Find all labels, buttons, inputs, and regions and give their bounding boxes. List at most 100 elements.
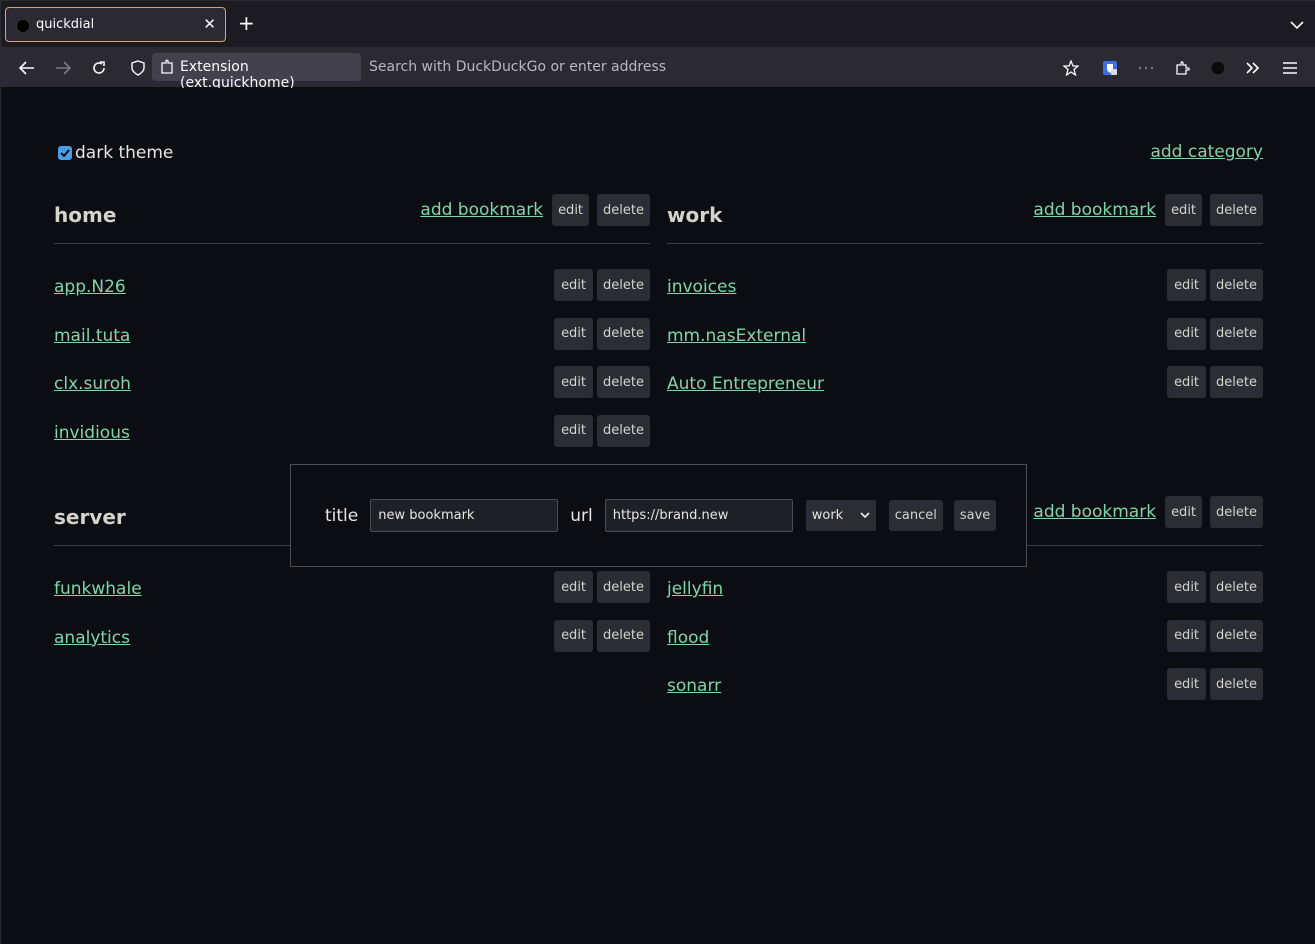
delete-bookmark-button[interactable]: delete [1210,668,1263,700]
delete-bookmark-button[interactable]: delete [1210,317,1263,350]
tab-favicon-icon [16,19,30,33]
add-category-link[interactable]: add category [1150,142,1263,162]
url-label: url [570,505,593,526]
shield-icon[interactable] [128,58,148,78]
bookmark-row: mail.tuta edit delete [54,317,650,367]
more-dots-icon[interactable] [1136,58,1156,78]
bookmark-row: funkwhale edit delete [54,571,650,620]
bookmark-link[interactable]: clx.suroh [54,374,131,394]
tab-list-chevron-icon[interactable] [1290,15,1304,34]
bookmark-star-icon[interactable] [1061,58,1081,78]
nav-bar: Extension (ext.quickhome) Search with Du… [1,47,1315,91]
tab-title: quickdial [36,17,95,32]
bookmark-link[interactable]: flood [667,628,709,648]
edit-bookmark-button[interactable]: edit [554,317,594,350]
url-input-field[interactable]: https://brand.new [604,499,793,532]
cancel-button[interactable]: cancel [888,500,943,531]
edit-bookmark-button[interactable]: edit [554,414,594,447]
edit-bookmark-button[interactable]: edit [1167,668,1207,700]
extensions-puzzle-icon[interactable] [1172,58,1192,78]
bookmark-row: invoices edit delete [667,269,1263,318]
delete-bookmark-button[interactable]: delete [597,317,650,350]
bitwarden-extension-icon[interactable] [1100,58,1120,78]
bookmark-row: flood edit delete [667,619,1263,669]
bookmark-row: invidious edit delete [54,414,650,464]
bookmark-link[interactable]: Auto Entrepreneur [667,374,824,394]
category-title: home [54,203,117,227]
edit-category-button[interactable]: edit [1165,194,1203,226]
delete-category-button[interactable]: delete [1210,496,1263,528]
bookmark-row: jellyfin edit delete [667,571,1263,620]
select-chevron-down-icon [860,512,870,519]
delete-bookmark-button[interactable]: delete [1210,366,1263,398]
extension-identity-pill[interactable]: Extension (ext.quickhome) [152,53,361,91]
back-arrow-icon[interactable] [17,58,37,78]
category-select-value: work [811,508,844,523]
new-tab-icon[interactable]: + [238,13,255,33]
delete-bookmark-button[interactable]: delete [597,366,650,398]
bookmark-link[interactable]: app.N26 [54,277,126,297]
edit-bookmark-button[interactable]: edit [1167,317,1207,350]
overflow-chevron-icon[interactable] [1243,58,1263,78]
edit-bookmark-button[interactable]: edit [554,366,594,398]
category-header: work add bookmark edit delete [667,194,1263,244]
bookmark-link[interactable]: mail.tuta [54,326,130,346]
category-header: home add bookmark edit delete [54,194,650,244]
title-input[interactable]: new bookmark [370,499,559,532]
add-bookmark-link[interactable]: add bookmark [420,200,543,220]
menu-hamburger-icon[interactable] [1280,58,1300,78]
bookmark-row: Auto Entrepreneur edit delete [667,366,1263,415]
url-input[interactable]: Search with DuckDuckGo or enter address [369,59,666,75]
tab-bar: quickdial ✕ + [1,1,1315,47]
delete-bookmark-button[interactable]: delete [597,414,650,447]
category-home: home add bookmark edit delete app.N26 ed… [54,194,650,463]
bookmark-row: analytics edit delete [54,619,650,669]
tab-quickdial[interactable]: quickdial ✕ [5,7,226,42]
bookmark-link[interactable]: sonarr [667,676,721,696]
bookmark-link[interactable]: mm.nasExternal [667,326,806,346]
delete-bookmark-button[interactable]: delete [597,269,650,301]
forward-arrow-icon[interactable] [53,58,73,78]
delete-bookmark-button[interactable]: delete [597,571,650,603]
delete-bookmark-button[interactable]: delete [1210,269,1263,301]
category-title: work [667,203,723,227]
edit-bookmark-button[interactable]: edit [1167,619,1207,652]
delete-bookmark-button[interactable]: delete [597,619,650,652]
edit-bookmark-button[interactable]: edit [554,269,594,301]
bookmark-row: mm.nasExternal edit delete [667,317,1263,367]
bookmark-row: sonarr edit delete [667,668,1263,717]
edit-bookmark-button[interactable]: edit [1167,571,1207,603]
add-bookmark-link[interactable]: add bookmark [1033,502,1156,522]
edit-bookmark-button[interactable]: edit [554,619,594,652]
edit-bookmark-button[interactable]: edit [554,571,594,603]
edit-bookmark-button[interactable]: edit [1167,269,1207,301]
bookmark-link[interactable]: invoices [667,277,736,297]
extension-label: Extension (ext.quickhome) [180,59,295,91]
edit-category-button[interactable]: edit [1165,496,1203,528]
dark-theme-label: dark theme [75,143,174,163]
bookmark-link[interactable]: invidious [54,423,130,443]
add-bookmark-dialog: title new bookmark url https://brand.new… [290,464,1027,567]
bookmark-link[interactable]: analytics [54,628,130,648]
account-circle-icon[interactable] [1208,58,1228,78]
bookmark-link[interactable]: jellyfin [667,579,723,599]
delete-bookmark-button[interactable]: delete [1210,571,1263,603]
tab-close-icon[interactable]: ✕ [203,15,216,33]
bookmark-row: app.N26 edit delete [54,269,650,318]
puzzle-icon [160,59,174,79]
dark-theme-toggle[interactable]: dark theme [58,143,173,163]
bookmark-row: clx.suroh edit delete [54,366,650,415]
delete-category-button[interactable]: delete [1210,194,1263,226]
category-select[interactable]: work [805,500,876,531]
category-title: server [54,505,126,529]
dark-theme-checkbox[interactable] [58,146,72,160]
bookmark-link[interactable]: funkwhale [54,579,142,599]
add-bookmark-link[interactable]: add bookmark [1033,200,1156,220]
edit-category-button[interactable]: edit [552,194,590,226]
category-work: work add bookmark edit delete invoices e… [667,194,1263,415]
save-button[interactable]: save [953,500,997,531]
reload-icon[interactable] [89,58,109,78]
edit-bookmark-button[interactable]: edit [1167,366,1207,398]
delete-category-button[interactable]: delete [597,194,650,226]
delete-bookmark-button[interactable]: delete [1210,619,1263,652]
